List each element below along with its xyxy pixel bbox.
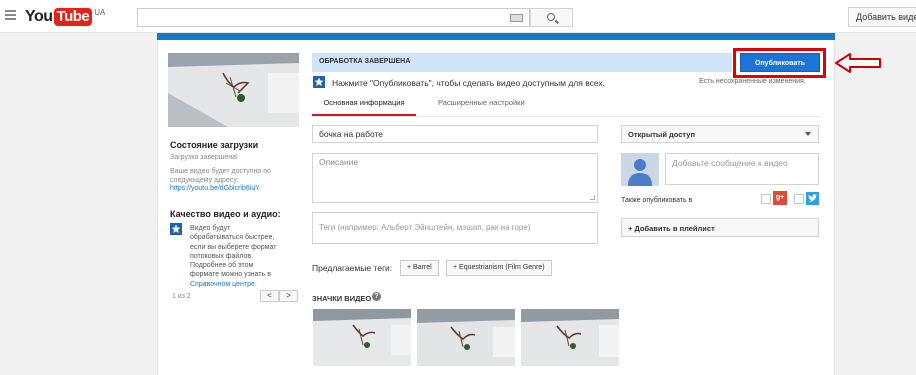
video-thumbnail[interactable] (417, 309, 515, 366)
keyboard-icon[interactable] (510, 14, 523, 22)
also-publish-label: Также опубликовать в (621, 197, 693, 204)
description-placeholder: Описание (319, 157, 359, 167)
upload-status-title: Состояние загрузки (170, 140, 259, 150)
logo-tube-text: Tube (53, 8, 93, 26)
processing-status: ОБРАБОТКА ЗАВЕРШЕНА (319, 58, 411, 65)
twitter-checkbox[interactable] (794, 194, 804, 204)
suggested-tag-barrel[interactable]: + Barrel (400, 260, 439, 276)
search-input[interactable] (137, 8, 530, 27)
avatar-icon (621, 153, 659, 186)
tab-advanced-settings[interactable]: Расширенные настройки (438, 96, 525, 110)
search-button[interactable] (530, 8, 573, 27)
video-thumbnail[interactable] (521, 309, 619, 366)
video-thumbnail[interactable] (313, 309, 411, 366)
pager-prev-button[interactable]: < (260, 290, 279, 302)
privacy-select[interactable]: Открытый доступ (621, 125, 819, 143)
quality-info-suffix: . (254, 280, 257, 288)
quality-title: Качество видео и аудио: (170, 209, 281, 219)
suggested-tags-label: Предлагаемые теги: (312, 263, 393, 273)
publish-button[interactable]: Опубликовать (740, 53, 820, 72)
publish-hint: Нажмите "Опубликовать", чтобы сделать ви… (332, 78, 606, 88)
add-video-button[interactable]: Добавить видео (848, 7, 916, 27)
suggested-tag-equestrianism[interactable]: + Equestrianism (Film Genre) (446, 260, 552, 276)
description-field[interactable]: Описание (312, 153, 598, 203)
quality-info-text: Видео будут обрабатываться быстрее, если… (190, 224, 282, 289)
top-bar: You Tube UA Добавить видео (0, 0, 916, 33)
tab-basic-info[interactable]: Основная информация (312, 96, 416, 116)
star-icon (313, 76, 325, 88)
share-message-field[interactable]: Добавьте сообщение к видео (665, 153, 819, 185)
privacy-value: Открытый доступ (628, 130, 695, 139)
add-to-playlist-button[interactable]: + Добавить в плейлист (621, 218, 819, 237)
unsaved-changes-text: Есть несохраненные изменения. (699, 78, 806, 85)
info-icon (170, 223, 182, 235)
caret-down-icon (805, 132, 811, 136)
tags-field[interactable]: Теги (например: Альберт Эйнштейн, мэшап,… (312, 212, 598, 244)
pager-text: 1 из 2 (172, 293, 191, 300)
google-plus-icon: g+ (773, 191, 787, 205)
resize-handle[interactable] (590, 195, 595, 200)
quality-info-prefix: Видео будут обрабатываться быстрее, если… (190, 225, 277, 279)
header-strip (157, 33, 835, 40)
video-link[interactable]: https://youtu.be/dGblcrib6iuY (170, 185, 260, 192)
menu-icon[interactable] (5, 10, 16, 20)
upload-status-text: Загрузка завершена! (170, 154, 238, 161)
help-center-link[interactable]: Справочном центре (190, 281, 255, 288)
logo-you-text: You (25, 8, 53, 25)
pager-next-button[interactable]: > (279, 290, 298, 302)
search-icon (547, 13, 555, 21)
availability-text: Ваше видео будет доступно по следующему … (170, 168, 271, 184)
google-plus-checkbox[interactable] (761, 194, 771, 204)
help-icon[interactable]: ? (372, 292, 381, 301)
arrow-icon (835, 53, 881, 73)
tabs-divider (312, 116, 820, 117)
thumbnails-label: ЗНАЧКИ ВИДЕО (312, 294, 372, 303)
logo-region: UA (94, 8, 106, 17)
title-field[interactable]: бочка на работе (312, 125, 598, 143)
video-preview (168, 53, 299, 127)
youtube-logo[interactable]: You Tube UA (25, 8, 105, 26)
twitter-icon (806, 192, 819, 205)
